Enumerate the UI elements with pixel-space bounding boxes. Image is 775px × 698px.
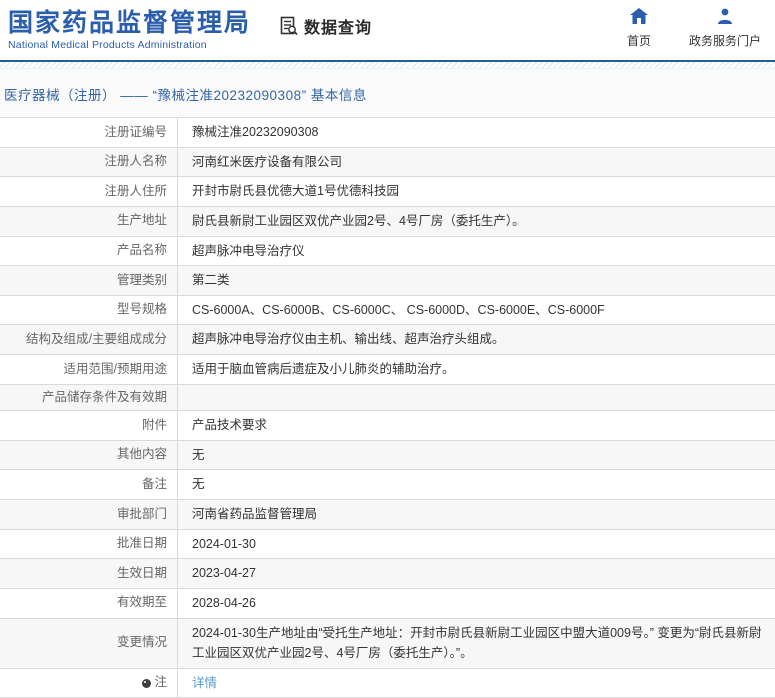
row-value: 2024-01-30生产地址由“受托生产地址：开封市尉氏县新尉工业园区中盟大道0… <box>192 625 762 661</box>
row-label-text: 产品名称 <box>116 243 167 258</box>
row-label: 批准日期 <box>0 529 178 559</box>
row-label: 注册人名称 <box>0 147 178 177</box>
nav-home-label: 首页 <box>626 33 651 48</box>
row-label-text: 其他内容 <box>116 447 167 462</box>
row-label: 产品名称 <box>0 236 178 266</box>
row-label-text: 生效日期 <box>116 565 167 580</box>
nav-home[interactable]: 首页 <box>626 7 651 49</box>
row-label-text: 变更情况 <box>116 635 167 650</box>
table-row: 型号规格 CS-6000A、CS-6000B、CS-6000C、 CS-6000D… <box>0 295 775 326</box>
nav-gov-portal-label: 政务服务门户 <box>688 33 761 48</box>
row-value: CS-6000A、CS-6000B、CS-6000C、 CS-6000D、CS-… <box>192 302 605 317</box>
site-logo[interactable]: 国家药品监督管理局 National Medical Products Admi… <box>8 9 251 52</box>
row-label: 有效期至 <box>0 588 178 618</box>
table-row: 管理类别 第二类 <box>0 266 775 296</box>
table-row: 审批部门 河南省药品监督管理局 <box>0 500 775 530</box>
row-label: 审批部门 <box>0 500 178 529</box>
row-label: 生效日期 <box>0 559 178 588</box>
table-row: 注册证编号 豫械注准20232090308 <box>0 118 775 148</box>
row-label-text: 有效期至 <box>116 595 167 610</box>
row-label: 附件 <box>0 411 178 440</box>
row-value: 2023-04-27 <box>192 566 256 581</box>
row-label: 管理类别 <box>0 266 178 295</box>
table-row: 其他内容 无 <box>0 440 775 471</box>
home-icon <box>629 7 648 29</box>
table-row: 结构及组成/主要组成成分 超声脉冲电导治疗仪由主机、输出线、超声治疗头组成。 <box>0 325 775 355</box>
table-row: 适用范围/预期用途 适用于脑血管病后遗症及小儿肺炎的辅助治疗。 <box>0 355 775 385</box>
main-content: 医疗器械（注册） —— “豫械注准20232090308” 基本信息 注册证编号… <box>0 69 775 698</box>
nav-gov-portal[interactable]: 政务服务门户 <box>689 8 761 49</box>
row-label-text: 产品储存条件及有效期 <box>41 389 167 404</box>
registration-info-table: 注册证编号 豫械注准20232090308 注册人名称 河南红米医疗设备有限公司 注册人… <box>0 117 775 698</box>
table-row: 注册人名称 河南红米医疗设备有限公司 <box>0 147 775 178</box>
table-row: 变更情况 2024-01-30生产地址由“受托生产地址：开封市尉氏县新尉工业园区中… <box>0 618 775 669</box>
row-label: 型号规格 <box>0 295 178 325</box>
table-row: 产品名称 超声脉冲电导治疗仪 <box>0 236 775 267</box>
header-nav: 首页 政务服务门户 <box>626 7 761 49</box>
table-row: 产品储存条件及有效期 <box>0 384 775 412</box>
row-label-text: 注册人名称 <box>104 154 167 169</box>
breadcrumb: 医疗器械（注册） —— “豫械注准20232090308” 基本信息 <box>4 88 367 103</box>
row-label-text: 适用范围/预期用途 <box>63 361 167 376</box>
row-value: 超声脉冲电导治疗仪由主机、输出线、超声治疗头组成。 <box>192 332 505 347</box>
row-value: 2028-04-26 <box>192 595 256 610</box>
user-icon <box>717 8 733 29</box>
table-row: 生效日期 2023-04-27 <box>0 559 775 589</box>
row-label: 注册人住所 <box>0 177 178 206</box>
row-label-text: 型号规格 <box>116 302 167 317</box>
row-label: 变更情况 <box>0 618 178 668</box>
site-header: 国家药品监督管理局 National Medical Products Admi… <box>0 0 775 60</box>
row-label: 其他内容 <box>0 440 178 470</box>
row-value: 豫械注准20232090308 <box>192 125 319 139</box>
row-label: 适用范围/预期用途 <box>0 355 178 384</box>
row-value: 超声脉冲电导治疗仪 <box>192 243 305 258</box>
row-label: 注册证编号 <box>0 118 178 147</box>
row-label-text: 批准日期 <box>116 536 167 551</box>
row-label-text: 结构及组成/主要组成成分 <box>26 331 167 346</box>
row-label-text: 管理类别 <box>116 272 167 287</box>
table-row: 附件 产品技术要求 <box>0 411 775 441</box>
row-value: 开封市尉氏县优德大道1号优德科技园 <box>192 184 399 199</box>
header-hatch-band <box>0 62 775 69</box>
table-row: 注册人住所 开封市尉氏县优德大道1号优德科技园 <box>0 177 775 207</box>
table-row: 注详情 <box>0 668 775 698</box>
data-query-button[interactable]: 数据查询 <box>279 14 372 38</box>
row-label-text: 注册人住所 <box>104 183 167 198</box>
site-title: 国家药品监督管理局 <box>8 8 252 37</box>
row-value <box>178 385 775 411</box>
row-value: 河南红米医疗设备有限公司 <box>192 154 343 169</box>
site-subtitle: National Medical Products Administration <box>8 39 207 52</box>
row-label: 结构及组成/主要组成成分 <box>0 325 178 354</box>
row-label-text: 注 <box>154 675 167 690</box>
row-value: 2024-01-30 <box>192 536 256 551</box>
row-value: 无 <box>192 477 205 492</box>
row-value: 第二类 <box>192 273 230 288</box>
row-value: 尉氏县新尉工业园区双优产业园2号、4号厂房（委托生产）。 <box>192 213 525 228</box>
row-label: 备注 <box>0 470 178 499</box>
note-icon <box>142 678 152 688</box>
document-search-icon <box>279 16 299 36</box>
data-query-label: 数据查询 <box>304 20 373 37</box>
row-label-text: 审批部门 <box>116 506 167 521</box>
row-label: 产品储存条件及有效期 <box>0 384 178 411</box>
row-label-text: 附件 <box>141 417 167 432</box>
row-label-text: 备注 <box>141 476 167 491</box>
row-label-text: 生产地址 <box>116 213 167 228</box>
table-row: 生产地址 尉氏县新尉工业园区双优产业园2号、4号厂房（委托生产）。 <box>0 206 775 237</box>
row-value: 河南省药品监督管理局 <box>192 507 318 521</box>
row-label: 生产地址 <box>0 206 178 236</box>
row-label-text: 注册证编号 <box>104 124 167 139</box>
table-row: 备注 无 <box>0 470 775 500</box>
table-row: 批准日期 2024-01-30 <box>0 529 775 560</box>
row-value: 无 <box>192 447 205 462</box>
detail-link[interactable]: 详情 <box>178 669 775 698</box>
row-value: 产品技术要求 <box>192 418 268 433</box>
table-row: 有效期至 2028-04-26 <box>0 588 775 619</box>
row-label: 注 <box>0 668 178 698</box>
row-value: 适用于脑血管病后遗症及小儿肺炎的辅助治疗。 <box>192 362 455 376</box>
